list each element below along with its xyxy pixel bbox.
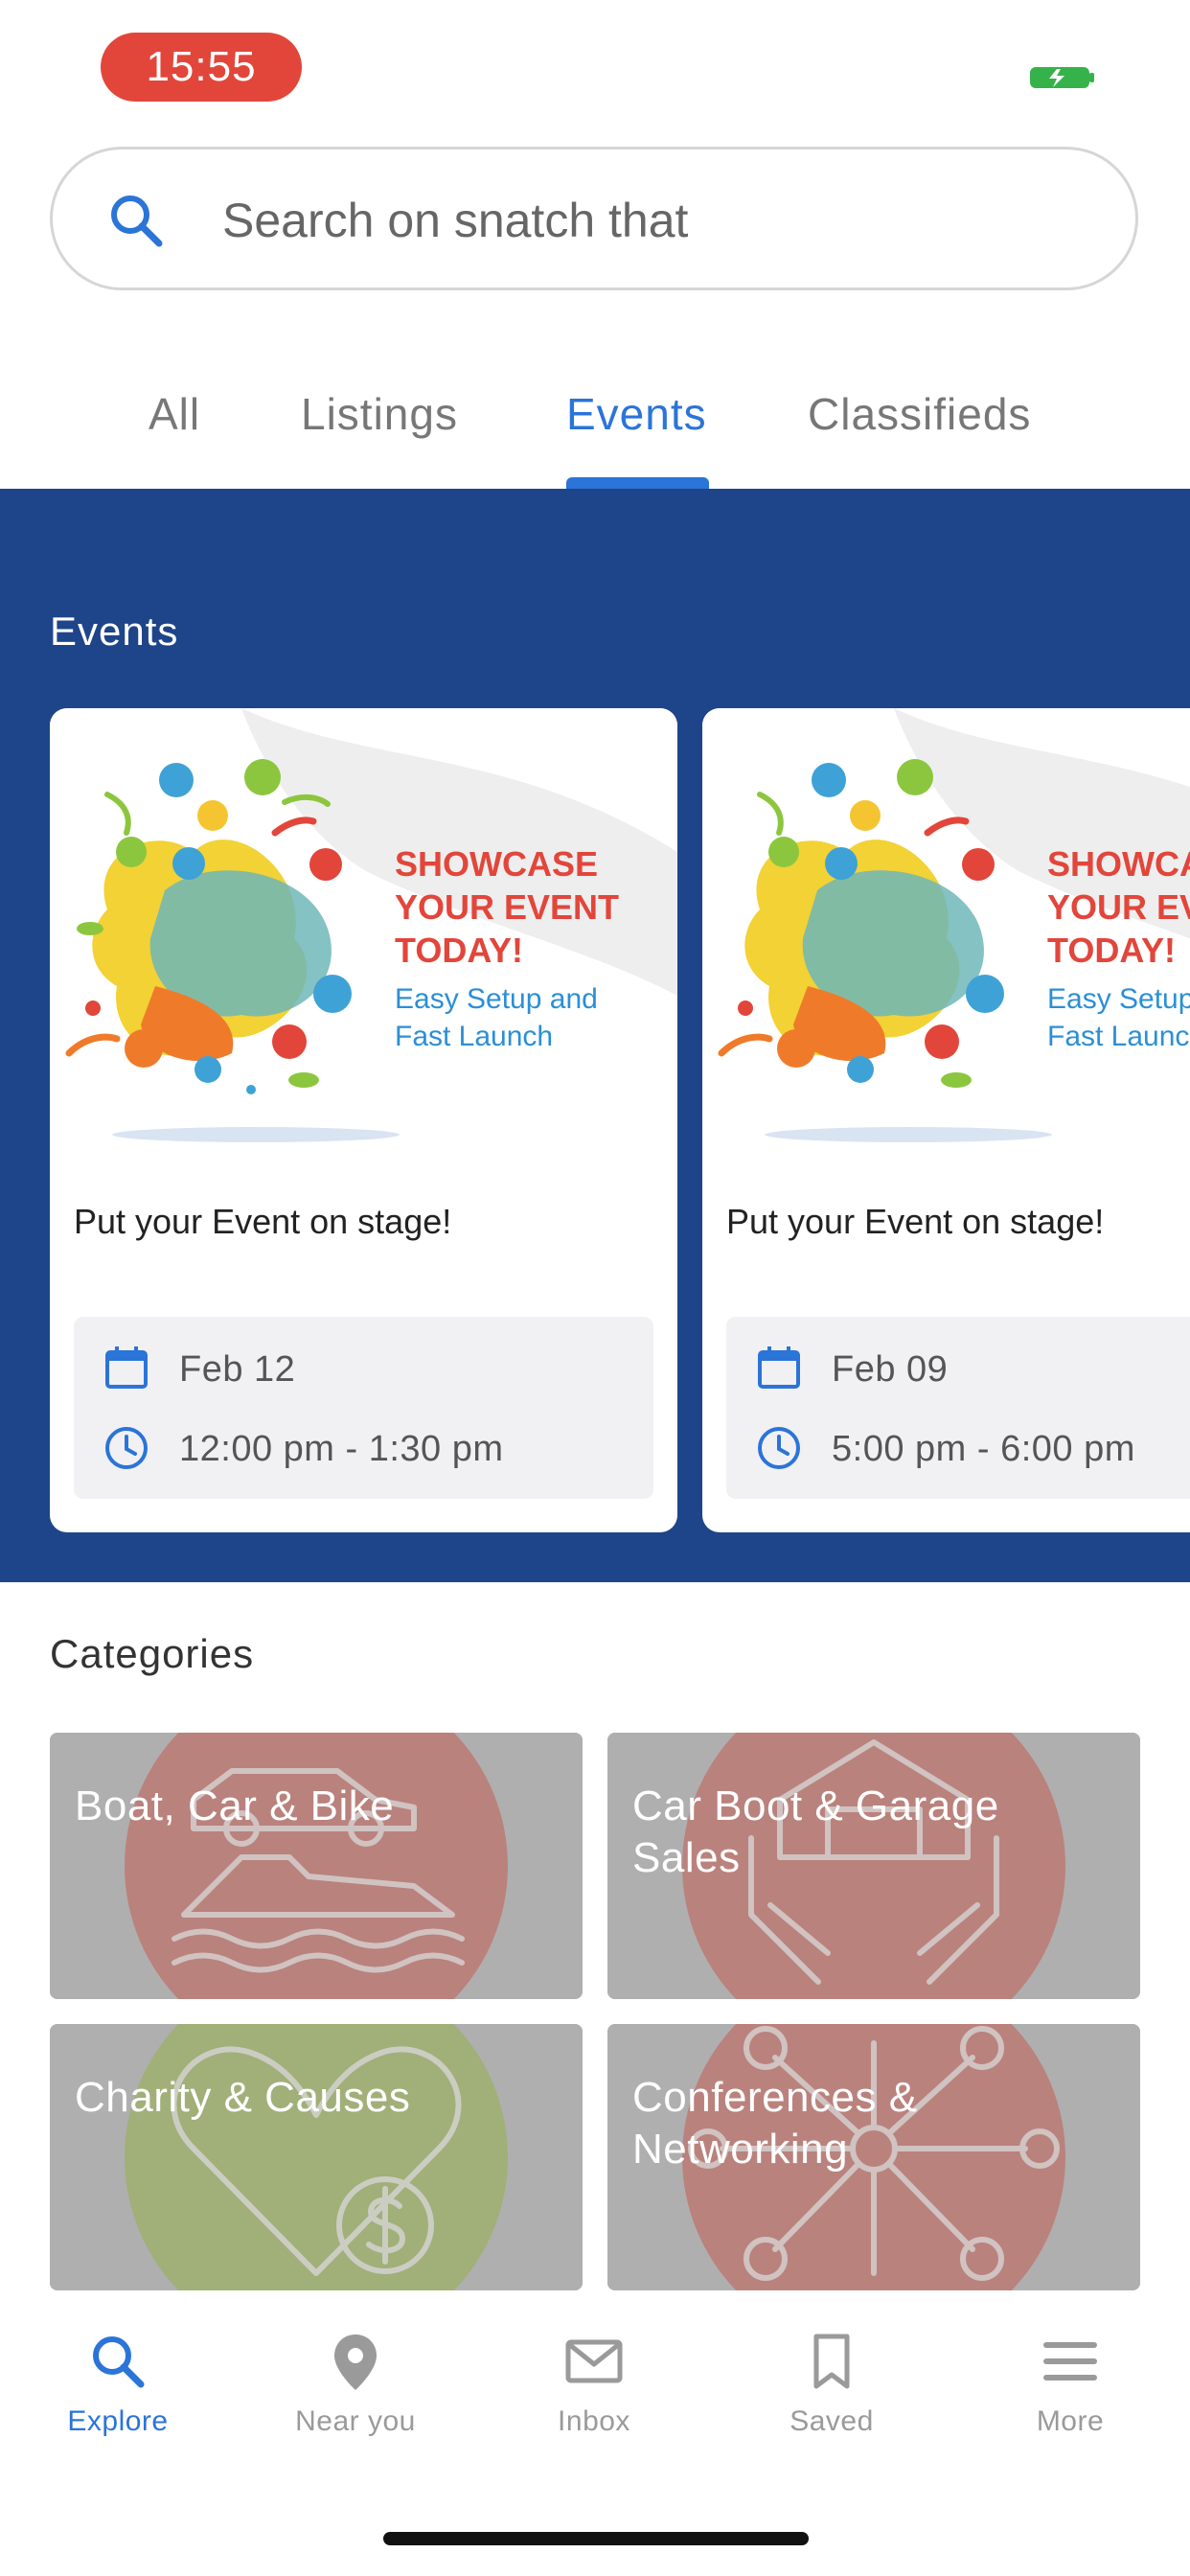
search-icon	[111, 196, 163, 247]
category-overlay	[50, 2024, 583, 2290]
events-section-title: Events	[50, 609, 179, 654]
battery-icon	[1030, 67, 1094, 88]
tab-bar: All Listings Events Classifieds	[0, 364, 1190, 489]
promo-headline-line: YOUR EVENT	[1047, 887, 1190, 927]
search-icon	[93, 2336, 145, 2388]
nav-near-you[interactable]: Near you	[260, 2331, 451, 2438]
promo-headline-line: SHOWCASE	[395, 844, 598, 884]
nav-saved[interactable]: Saved	[736, 2331, 927, 2438]
clock-icon	[105, 1427, 148, 1469]
promo-headline-line: TODAY!	[395, 931, 523, 970]
tab-events[interactable]: Events	[566, 388, 707, 440]
nav-label: More	[1036, 2405, 1105, 2437]
promo-subline-line: Fast Launch	[395, 1021, 553, 1052]
nav-label: Saved	[790, 2405, 874, 2437]
promo-subline-line: Easy Setup and	[395, 983, 598, 1015]
categories-section-title: Categories	[50, 1631, 255, 1676]
location-pin-icon	[334, 2334, 377, 2390]
event-details: Feb 12 12:00 pm - 1:30 pm	[74, 1317, 653, 1499]
event-title: Put your Event on stage!	[74, 1202, 452, 1241]
clock-icon	[758, 1427, 800, 1469]
home-indicator[interactable]	[383, 2532, 809, 2545]
event-card[interactable]: SHOWCASE YOUR EVENT TODAY! Easy Setup an…	[50, 708, 677, 1532]
promo-headline-line: YOUR EVENT	[395, 887, 619, 927]
events-section: Events SHOWCASE YOUR EVENT TODAY! Easy S…	[0, 489, 1190, 1582]
active-tab-indicator	[566, 477, 709, 489]
event-promo-image: SHOWCASE YOUR EVENT TODAY! Easy Setup an…	[702, 708, 1190, 1178]
calendar-icon	[758, 1346, 800, 1389]
category-charity-causes[interactable]: Charity & Causes	[50, 2024, 583, 2290]
event-title: Put your Event on stage!	[726, 1202, 1105, 1241]
status-time: 15:55	[101, 33, 302, 102]
category-label: Charity & Causes	[75, 2074, 411, 2121]
event-time: 12:00 pm - 1:30 pm	[179, 1429, 504, 1469]
promo-subline-line: Easy Setup and	[1047, 983, 1190, 1015]
tab-classifieds[interactable]: Classifieds	[808, 388, 1031, 440]
nav-label: Inbox	[558, 2405, 630, 2437]
category-label: Boat, Car & Bike	[75, 1782, 395, 1829]
search-input[interactable]	[220, 186, 1087, 255]
tab-listings[interactable]: Listings	[301, 388, 458, 440]
event-time: 5:00 pm - 6:00 pm	[832, 1429, 1135, 1469]
mail-icon	[565, 2339, 623, 2383]
nav-label: Explore	[67, 2405, 169, 2437]
nav-more[interactable]: More	[974, 2331, 1166, 2438]
event-promo-image: SHOWCASE YOUR EVENT TODAY! Easy Setup an…	[50, 708, 677, 1178]
promo-headline-line: SHOWCASE	[1047, 844, 1190, 884]
category-label: Conferences & Networking	[632, 2074, 918, 2173]
category-label: Car Boot & Garage Sales	[632, 1782, 999, 1881]
nav-explore[interactable]: Explore	[22, 2331, 214, 2438]
category-overlay	[50, 1733, 583, 1999]
promo-headline-line: TODAY!	[1047, 931, 1176, 970]
category-car-boot-garage-sales[interactable]: Car Boot & Garage Sales	[607, 1733, 1140, 1999]
search-bar[interactable]	[50, 147, 1138, 290]
calendar-icon	[105, 1346, 148, 1389]
nav-label: Near you	[295, 2405, 416, 2437]
event-date: Feb 09	[832, 1349, 949, 1390]
category-boat-car-bike[interactable]: Boat, Car & Bike	[50, 1733, 583, 1999]
promo-subline-line: Fast Launch	[1047, 1021, 1190, 1052]
event-details: Feb 09 5:00 pm - 6:00 pm	[726, 1317, 1190, 1499]
category-conferences-networking[interactable]: Conferences & Networking	[607, 2024, 1140, 2290]
event-card[interactable]: SHOWCASE YOUR EVENT TODAY! Easy Setup an…	[702, 708, 1190, 1532]
menu-icon	[1043, 2342, 1097, 2380]
bookmark-icon	[813, 2334, 850, 2389]
event-date: Feb 12	[179, 1349, 296, 1390]
nav-inbox[interactable]: Inbox	[498, 2331, 690, 2438]
tab-all[interactable]: All	[149, 388, 200, 440]
